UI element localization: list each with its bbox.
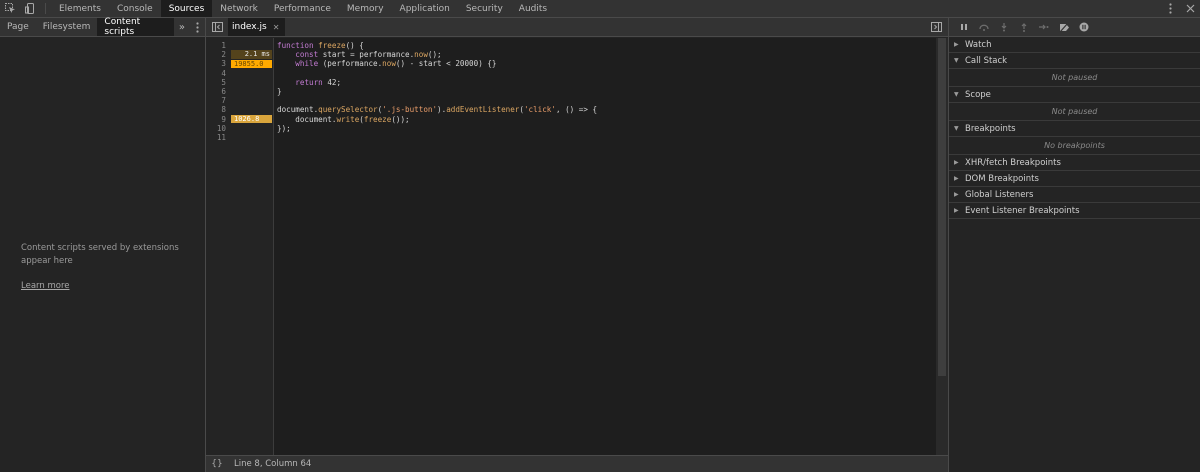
file-tab-label: index.js — [232, 22, 267, 32]
cursor-position: Line 8, Column 64 — [234, 459, 312, 469]
code-line[interactable]: document.querySelector('.js-button').add… — [274, 105, 936, 114]
step-into-icon[interactable] — [995, 20, 1013, 34]
code-line[interactable]: function freeze() { — [274, 41, 936, 50]
expand-triangle-icon: ▶ — [954, 191, 959, 198]
code-line[interactable]: } — [274, 87, 936, 96]
pause-icon[interactable] — [955, 20, 973, 34]
tab-elements[interactable]: Elements — [51, 0, 109, 17]
tab-content-scripts[interactable]: Content scripts — [97, 17, 174, 37]
tab-sources[interactable]: Sources — [160, 0, 213, 17]
section-label: Breakpoints — [965, 123, 1016, 134]
tab-page[interactable]: Page — [0, 18, 36, 36]
debugger-toolbar — [949, 18, 1200, 37]
collapse-triangle-icon: ▼ — [954, 57, 959, 64]
section-label: Call Stack — [965, 55, 1008, 66]
breakpoints-status: No breakpoints — [949, 137, 1200, 155]
editor-tabs: index.js ✕ — [206, 18, 948, 37]
global-listeners-section[interactable]: ▶ Global Listeners — [949, 187, 1200, 203]
section-label: XHR/fetch Breakpoints — [965, 157, 1061, 168]
code-line[interactable]: const start = performance.now(); — [274, 50, 936, 59]
device-toolbar-icon[interactable] — [20, 0, 40, 17]
toggle-navigator-icon[interactable] — [206, 18, 228, 36]
navigator-tabs: Page Filesystem Content scripts » — [0, 17, 205, 37]
code-line[interactable]: document.write(freeze()); — [274, 115, 936, 124]
gutter-line[interactable]: 6 — [206, 87, 273, 96]
expand-triangle-icon: ▶ — [954, 159, 959, 166]
dom-breakpoints-section[interactable]: ▶ DOM Breakpoints — [949, 171, 1200, 187]
close-tab-icon[interactable]: ✕ — [273, 23, 280, 32]
perf-annotation: 2.1 ms — [231, 50, 272, 60]
navigator-panel: Page Filesystem Content scripts » Conten… — [0, 17, 206, 472]
section-label: Event Listener Breakpoints — [965, 205, 1080, 216]
gutter-line[interactable]: 10 — [206, 124, 273, 133]
collapse-triangle-icon: ▼ — [954, 91, 959, 98]
expand-triangle-icon: ▶ — [954, 207, 959, 214]
file-tab-index-js[interactable]: index.js ✕ — [228, 18, 286, 36]
more-tabs-button[interactable]: » — [174, 18, 190, 36]
gutter-line[interactable]: 1 — [206, 41, 273, 50]
code-line[interactable] — [274, 69, 936, 78]
expand-triangle-icon: ▶ — [954, 41, 959, 48]
step-out-icon[interactable] — [1015, 20, 1033, 34]
editor-scrollbar[interactable] — [936, 38, 948, 455]
deactivate-breakpoints-icon[interactable] — [1055, 20, 1073, 34]
gutter-line[interactable]: 7 — [206, 96, 273, 105]
tab-filesystem[interactable]: Filesystem — [36, 18, 98, 36]
code-line[interactable]: }); — [274, 124, 936, 133]
debugger-panel: ▶ Watch ▼ Call Stack Not paused ▼ Scope Not… — [948, 18, 1200, 472]
tab-performance[interactable]: Performance — [266, 0, 339, 17]
call-stack-status: Not paused — [949, 69, 1200, 87]
event-listener-breakpoints-section[interactable]: ▶ Event Listener Breakpoints — [949, 203, 1200, 219]
gutter-line[interactable]: 11 — [206, 133, 273, 142]
tab-security[interactable]: Security — [458, 0, 511, 17]
line-gutter: 1 2 2.1 ms 3 19855.0 4 5 6 7 8 9 1026.8 10 … — [206, 38, 274, 455]
toolbar-divider — [45, 3, 46, 14]
devtools-toolbar: Elements Console Sources Network Perform… — [0, 0, 1200, 18]
tab-application[interactable]: Application — [392, 0, 458, 17]
pretty-print-button[interactable]: {} — [206, 459, 228, 469]
learn-more-link[interactable]: Learn more — [21, 281, 69, 291]
gutter-line[interactable]: 2 2.1 ms — [206, 50, 273, 59]
code-area[interactable]: function freeze() { const start = perfor… — [274, 38, 936, 455]
tab-network[interactable]: Network — [212, 0, 266, 17]
expand-triangle-icon: ▶ — [954, 175, 959, 182]
call-stack-section[interactable]: ▼ Call Stack — [949, 53, 1200, 69]
pause-on-exceptions-icon[interactable] — [1075, 20, 1093, 34]
step-over-icon[interactable] — [975, 20, 993, 34]
tab-audits[interactable]: Audits — [511, 0, 555, 17]
navigator-menu-icon[interactable] — [190, 18, 205, 36]
editor-statusbar: {} Line 8, Column 64 — [206, 455, 948, 472]
content-scripts-message: Content scripts served by extensions app… — [21, 243, 179, 266]
section-label: Scope — [965, 89, 991, 100]
gutter-line[interactable]: 5 — [206, 78, 273, 87]
gutter-line[interactable]: 4 — [206, 69, 273, 78]
breakpoints-section[interactable]: ▼ Breakpoints — [949, 121, 1200, 137]
xhr-breakpoints-section[interactable]: ▶ XHR/fetch Breakpoints — [949, 155, 1200, 171]
code-line[interactable]: while (performance.now() - start < 20000… — [274, 59, 936, 68]
step-icon[interactable] — [1035, 20, 1053, 34]
tab-console[interactable]: Console — [109, 0, 161, 17]
code-line[interactable] — [274, 96, 936, 105]
scope-section[interactable]: ▼ Scope — [949, 87, 1200, 103]
perf-annotation: 19855.0 — [231, 59, 272, 69]
gutter-line[interactable]: 8 — [206, 105, 273, 114]
section-label: Watch — [965, 39, 992, 50]
tab-memory[interactable]: Memory — [339, 0, 392, 17]
editor-panel: index.js ✕ 1 2 2.1 ms 3 19855.0 4 5 6 7 8 … — [206, 18, 948, 472]
code-line[interactable]: return 42; — [274, 78, 936, 87]
collapse-triangle-icon: ▼ — [954, 125, 959, 132]
code-line[interactable] — [274, 133, 936, 142]
gutter-line[interactable]: 9 1026.8 — [206, 115, 273, 124]
scrollbar-thumb[interactable] — [938, 38, 946, 376]
close-icon[interactable] — [1180, 0, 1200, 17]
section-label: DOM Breakpoints — [965, 173, 1039, 184]
watch-section[interactable]: ▶ Watch — [949, 37, 1200, 53]
perf-annotation: 1026.8 — [231, 114, 272, 124]
scope-status: Not paused — [949, 103, 1200, 121]
toggle-debugger-icon[interactable] — [924, 18, 948, 36]
section-label: Global Listeners — [965, 189, 1034, 200]
more-options-icon[interactable] — [1160, 0, 1180, 17]
inspect-element-icon[interactable] — [0, 0, 20, 17]
gutter-line[interactable]: 3 19855.0 — [206, 59, 273, 68]
